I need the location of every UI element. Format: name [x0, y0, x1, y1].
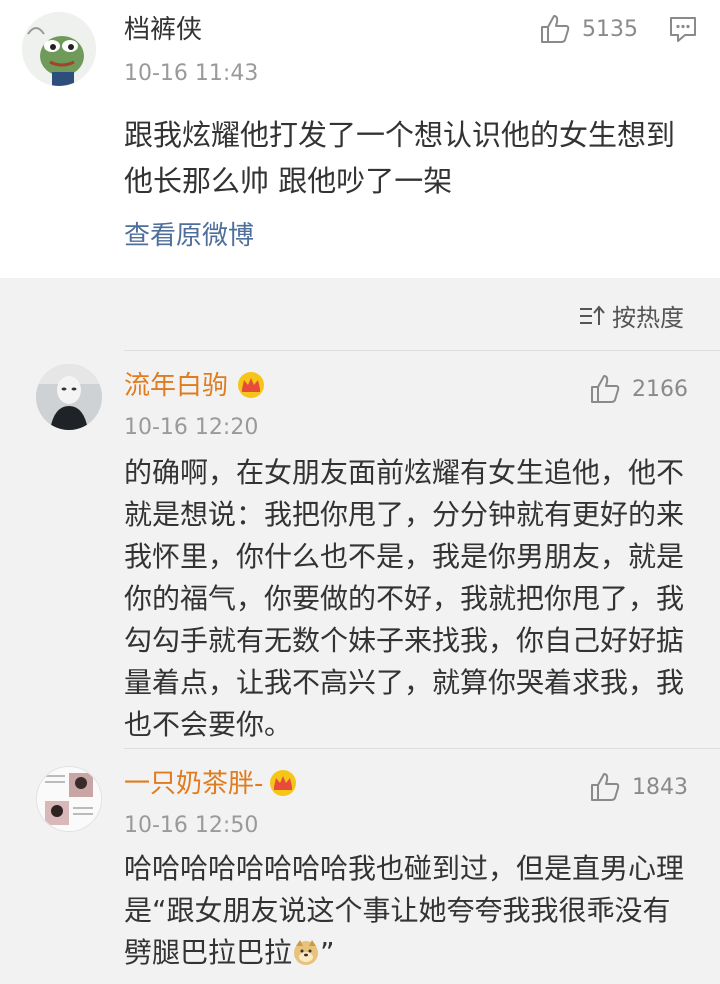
comment-like-button[interactable]: 2166	[588, 372, 688, 406]
masked-person-avatar-icon	[36, 364, 102, 430]
sort-by-hot-button[interactable]: 按热度	[578, 298, 684, 333]
divider	[124, 748, 720, 749]
comment-text: 哈哈哈哈哈哈哈哈我也碰到过，但是直男心理是“跟女朋友说这个事让她夸夸我我很乖没有…	[124, 848, 694, 974]
avatar[interactable]	[22, 12, 96, 86]
original-post: 档裤侠 10-16 11:43 5135 跟我炫耀他打发了一个想认识他的女生想到…	[0, 0, 720, 278]
post-like-count: 5135	[582, 16, 638, 42]
thumbs-up-icon	[591, 375, 620, 403]
comment-like-count: 2166	[632, 376, 688, 402]
doge-emoji-icon	[294, 940, 319, 965]
comment-text-tail: ”	[320, 936, 335, 969]
divider	[124, 350, 720, 351]
comment-username[interactable]: 流年白驹	[124, 370, 228, 402]
sort-label: 按热度	[612, 304, 684, 332]
avatar[interactable]	[36, 364, 102, 430]
crown-icon	[238, 372, 264, 398]
thumbs-up-icon	[541, 15, 570, 43]
avatar[interactable]	[36, 766, 102, 832]
crown-icon	[270, 770, 296, 796]
thumbs-up-icon	[591, 773, 620, 801]
post-like-button[interactable]: 5135	[538, 12, 638, 46]
comment-time: 10-16 12:20	[124, 415, 259, 440]
comment-username[interactable]: 一只奶茶胖-	[124, 768, 263, 800]
post-username[interactable]: 档裤侠	[124, 14, 202, 46]
comment-time: 10-16 12:50	[124, 813, 259, 838]
frog-avatar-icon	[22, 12, 96, 86]
comment-icon[interactable]	[668, 14, 698, 44]
post-text: 跟我炫耀他打发了一个想认识他的女生想到他长那么帅 跟他吵了一架	[124, 118, 676, 198]
comment-like-count: 1843	[632, 774, 688, 800]
comment-text: 的确啊，在女朋友面前炫耀有女生追他，他不就是想说：我把你甩了，分分钟就有更好的来…	[124, 456, 685, 741]
sort-icon	[580, 304, 605, 325]
post-time: 10-16 11:43	[124, 61, 259, 86]
comment-text-main: 哈哈哈哈哈哈哈哈我也碰到过，但是直男心理是“跟女朋友说这个事让她夸夸我我很乖没有…	[124, 852, 685, 969]
comment-like-button[interactable]: 1843	[588, 770, 688, 804]
collage-avatar-icon	[37, 767, 101, 831]
view-original-link[interactable]: 查看原微博	[124, 218, 254, 254]
